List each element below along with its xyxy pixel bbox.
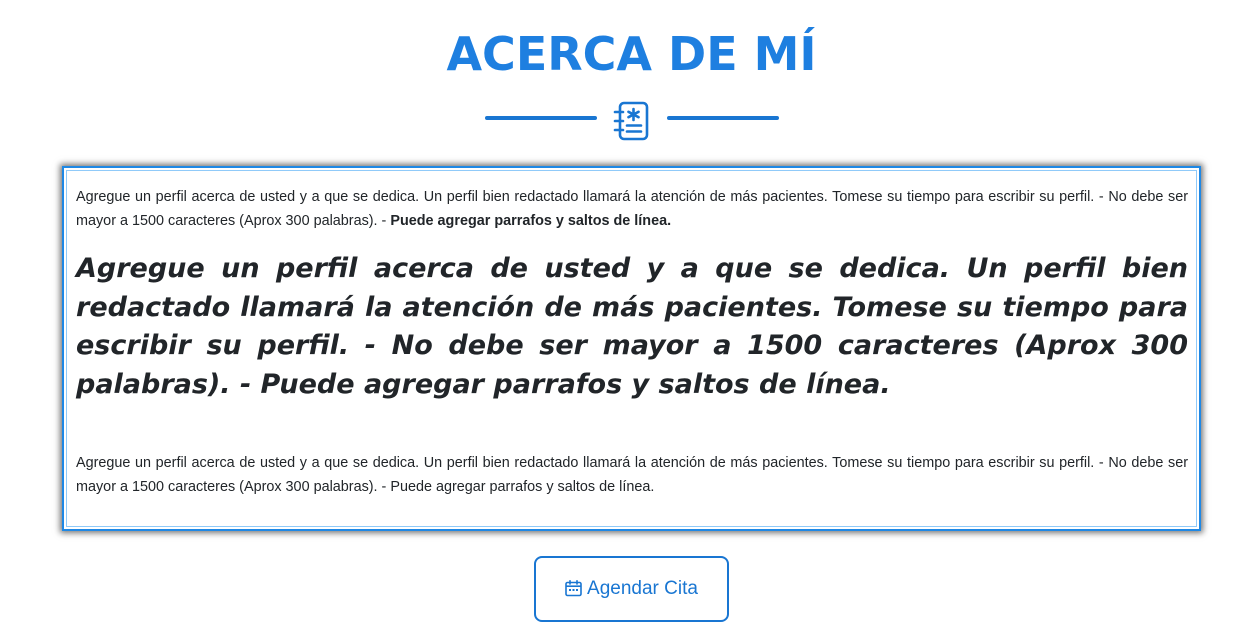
calendar-icon bbox=[565, 579, 582, 596]
divider-line-left bbox=[485, 116, 597, 120]
about-intro-bold-text: Puede agregar parrafos y saltos de línea… bbox=[390, 213, 672, 229]
page-title: ACERCA DE MÍ bbox=[446, 27, 817, 81]
divider-line-right bbox=[667, 116, 779, 120]
about-body-paragraph: Agregue un perfil acerca de usted y a qu… bbox=[76, 455, 1188, 495]
about-card: Agregue un perfil acerca de usted y a qu… bbox=[62, 166, 1201, 531]
contact-book-icon bbox=[613, 101, 649, 141]
schedule-appointment-button[interactable]: Agendar Cita bbox=[534, 556, 729, 622]
schedule-appointment-label: Agendar Cita bbox=[587, 578, 698, 599]
title-divider bbox=[485, 100, 780, 142]
about-intro-paragraph: Agregue un perfil acerca de usted y a qu… bbox=[76, 185, 1188, 233]
about-heading: Agregue un perfil acerca de usted y a qu… bbox=[76, 253, 1188, 400]
